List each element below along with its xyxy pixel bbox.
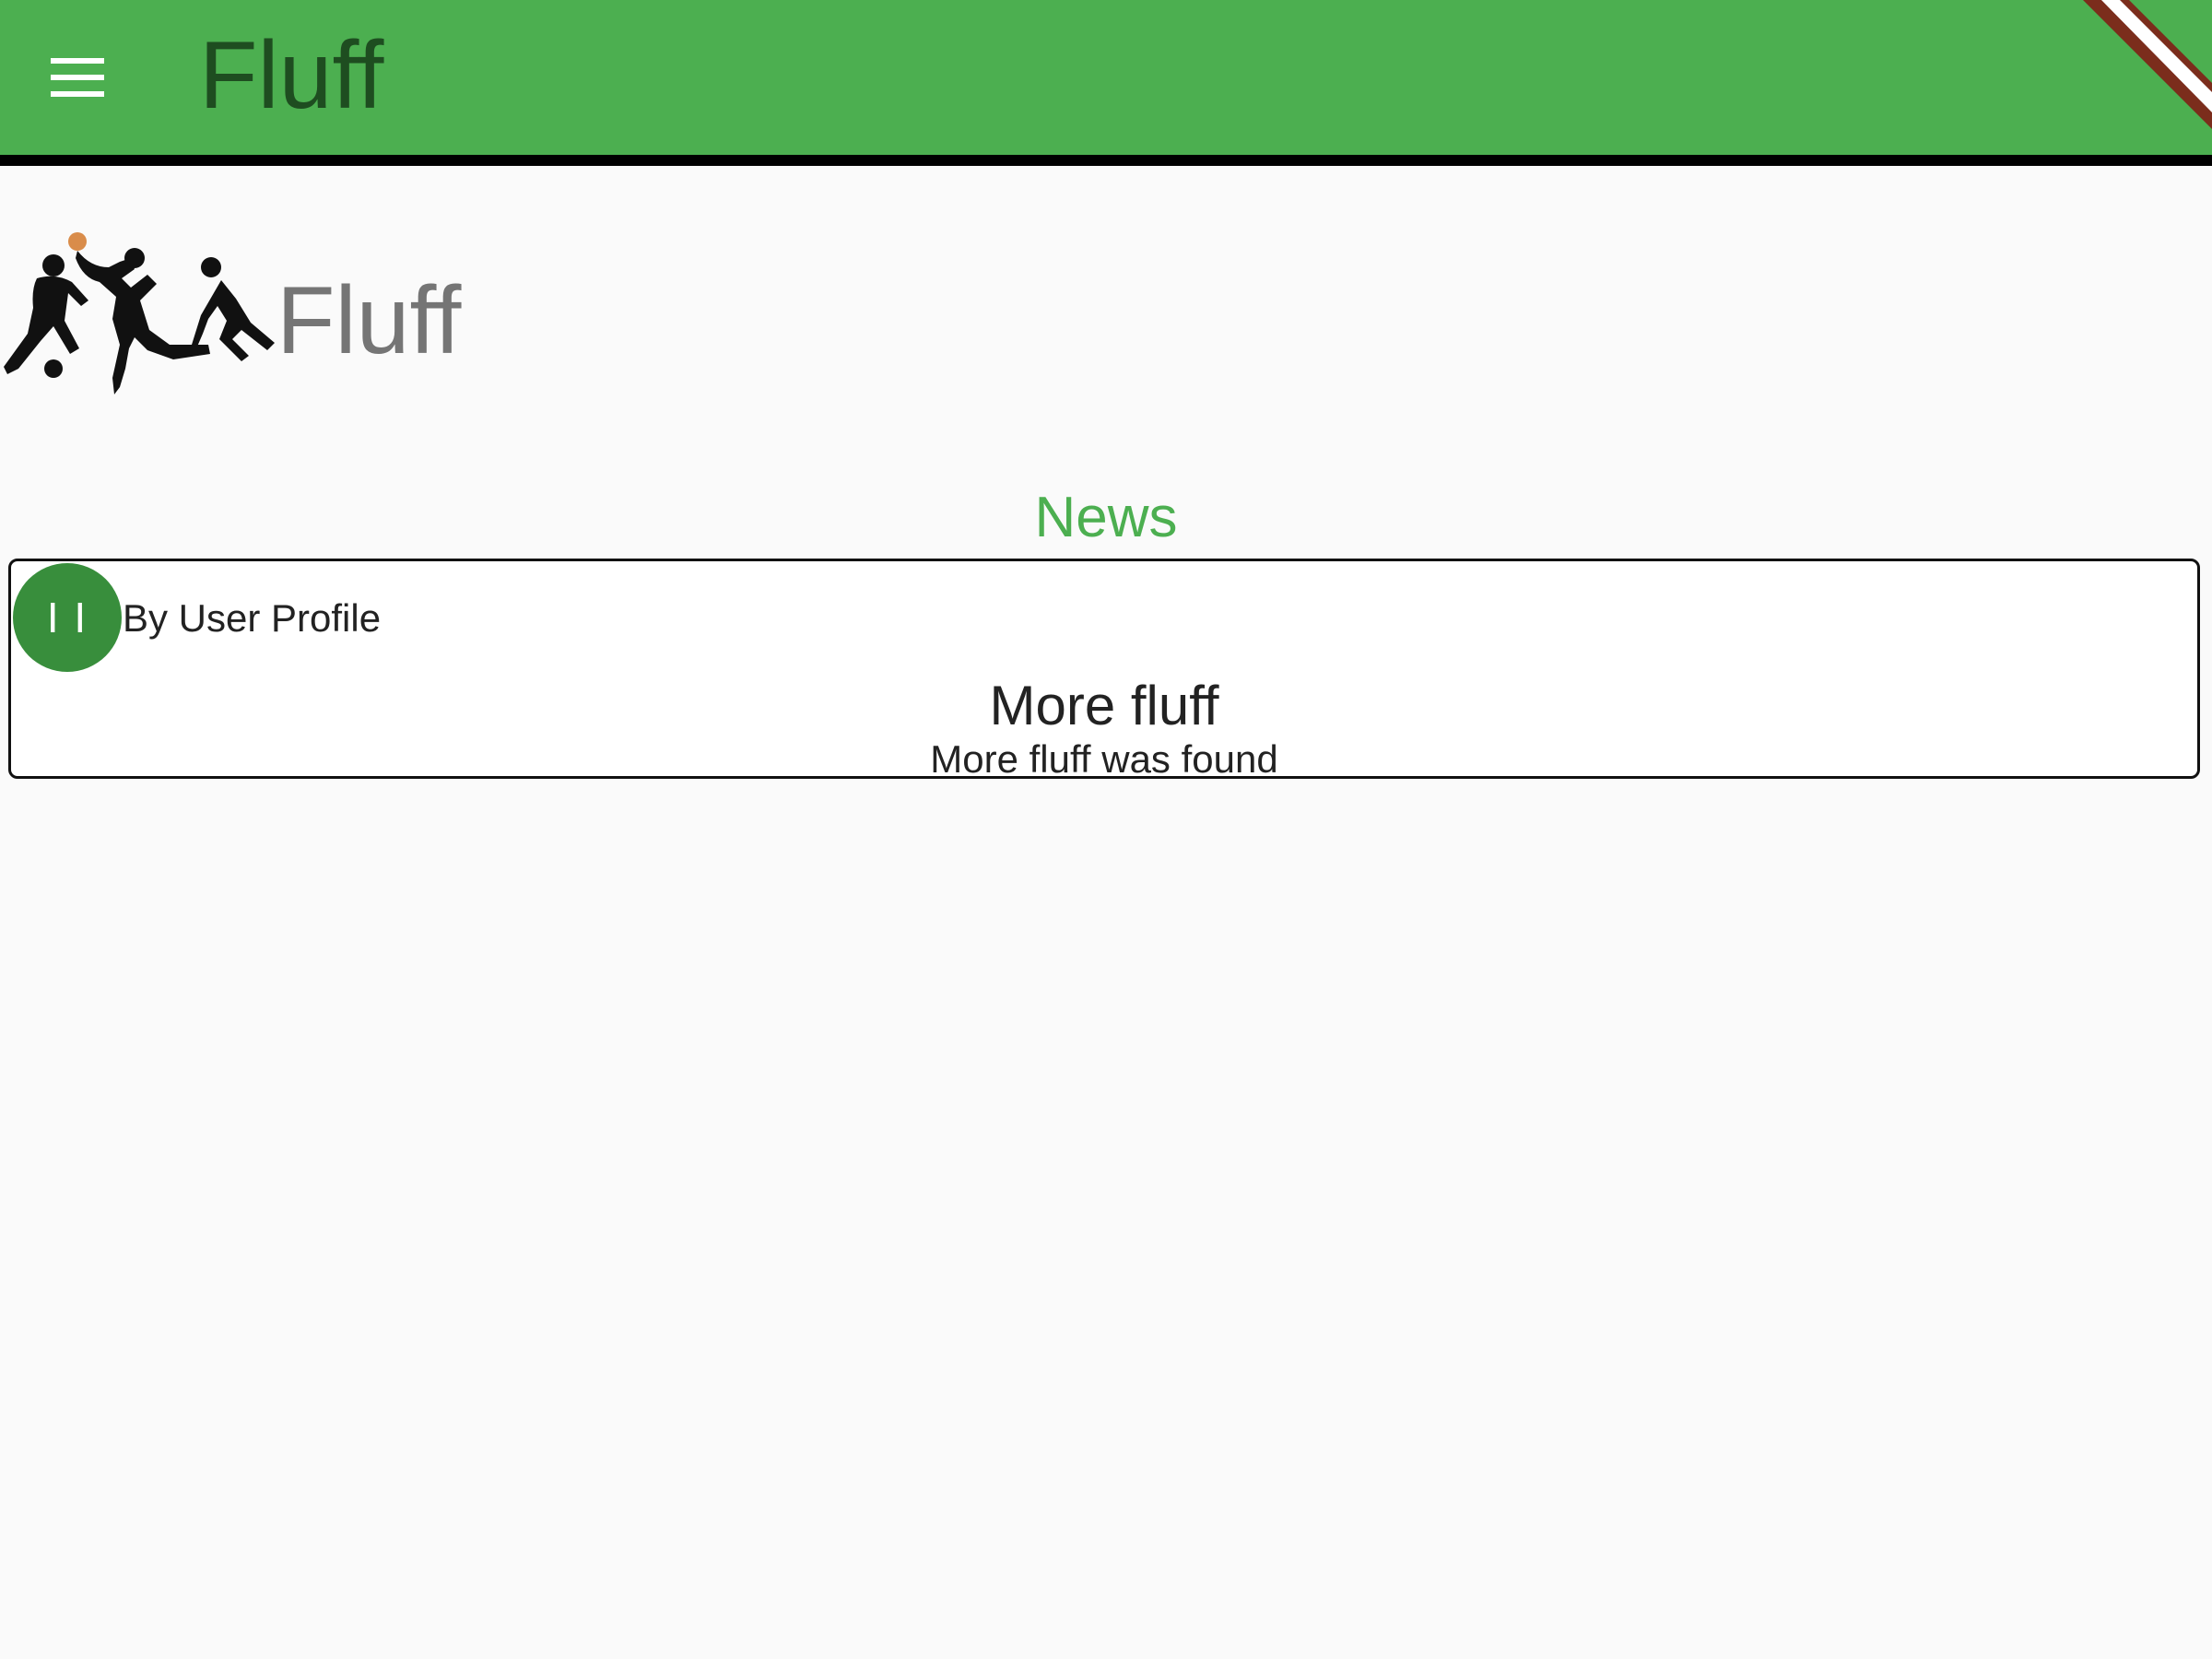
app-bar: Fluff [0, 0, 2212, 166]
hamburger-menu-icon [51, 58, 104, 97]
avatar-initials: I I [46, 594, 88, 641]
news-author: By User Profile [123, 596, 382, 640]
debug-banner-icon [2083, 0, 2212, 129]
menu-button[interactable] [37, 37, 118, 118]
hero-title: Fluff [276, 267, 462, 374]
avatar: I I [13, 563, 122, 672]
news-card[interactable]: I I By User Profile More fluff More fluf… [8, 559, 2200, 781]
hero-banner: Fluff [0, 230, 645, 406]
sports-players-logo-icon [4, 232, 275, 394]
news-subtitle: More fluff was found [930, 737, 1278, 781]
news-title: More fluff [989, 675, 1219, 736]
news-section-title: News [1034, 486, 1178, 549]
app-title: Fluff [199, 22, 384, 129]
